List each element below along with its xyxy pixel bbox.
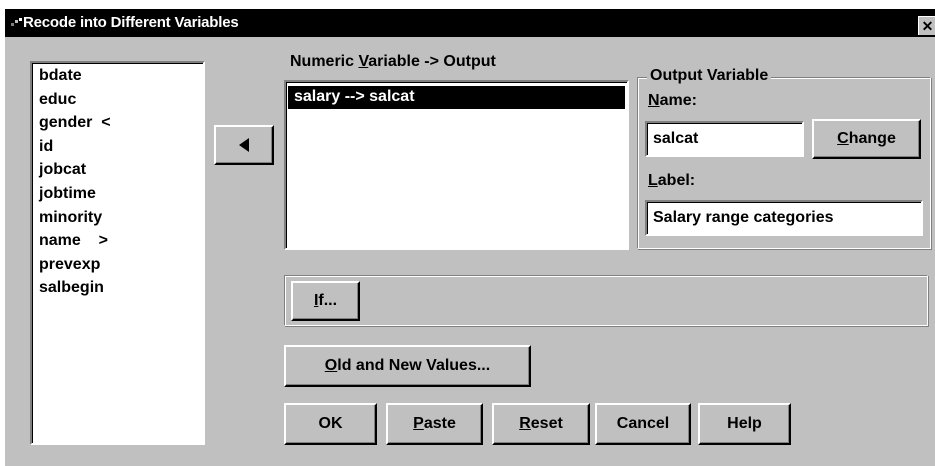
recode-dialog: Recode into Different Variables ✕ bdate e…: [4, 8, 935, 466]
window-title: Recode into Different Variables: [23, 14, 239, 31]
list-item[interactable]: prevexp: [39, 256, 100, 274]
source-variable-list[interactable]: bdate educ gender < id jobcat jobtime minority…: [30, 61, 205, 445]
close-button[interactable]: ✕: [918, 16, 935, 35]
list-item[interactable]: id: [39, 138, 53, 156]
reset-button[interactable]: Reset: [492, 403, 590, 445]
list-item[interactable]: educ: [39, 91, 76, 109]
label-label: Label:: [648, 172, 696, 189]
mapping-item-selected[interactable]: salary --> salcat: [288, 86, 625, 109]
app-icon: [11, 18, 22, 26]
old-and-new-values-button[interactable]: Old and New Values...: [284, 345, 531, 387]
output-variable-group-title: Output Variable: [647, 67, 772, 85]
if-panel: [284, 275, 928, 326]
list-item[interactable]: minority: [39, 209, 102, 227]
list-item[interactable]: bdate: [39, 67, 82, 85]
if-button[interactable]: If...: [291, 281, 360, 321]
list-item[interactable]: jobcat: [39, 161, 86, 179]
cancel-button[interactable]: Cancel: [595, 403, 691, 445]
mapping-list-label: Numeric Variable -> Output: [290, 53, 496, 70]
move-variable-button[interactable]: [214, 125, 274, 165]
name-field[interactable]: salcat: [645, 121, 804, 157]
list-item[interactable]: name >: [39, 232, 108, 250]
list-item[interactable]: gender <: [39, 114, 111, 132]
label-field[interactable]: Salary range categories: [645, 200, 923, 236]
list-item[interactable]: salbegin: [39, 279, 104, 297]
close-icon: ✕: [921, 18, 934, 34]
help-button[interactable]: Help: [698, 403, 791, 445]
left-arrow-icon: [239, 138, 249, 152]
change-button[interactable]: Change: [812, 119, 921, 159]
mapping-list[interactable]: salary --> salcat: [284, 80, 629, 250]
list-item[interactable]: jobtime: [39, 185, 96, 203]
title-bar[interactable]: Recode into Different Variables ✕: [5, 9, 935, 37]
name-label: Name:: [648, 92, 697, 109]
ok-button[interactable]: OK: [284, 403, 377, 445]
paste-button[interactable]: Paste: [386, 403, 483, 445]
